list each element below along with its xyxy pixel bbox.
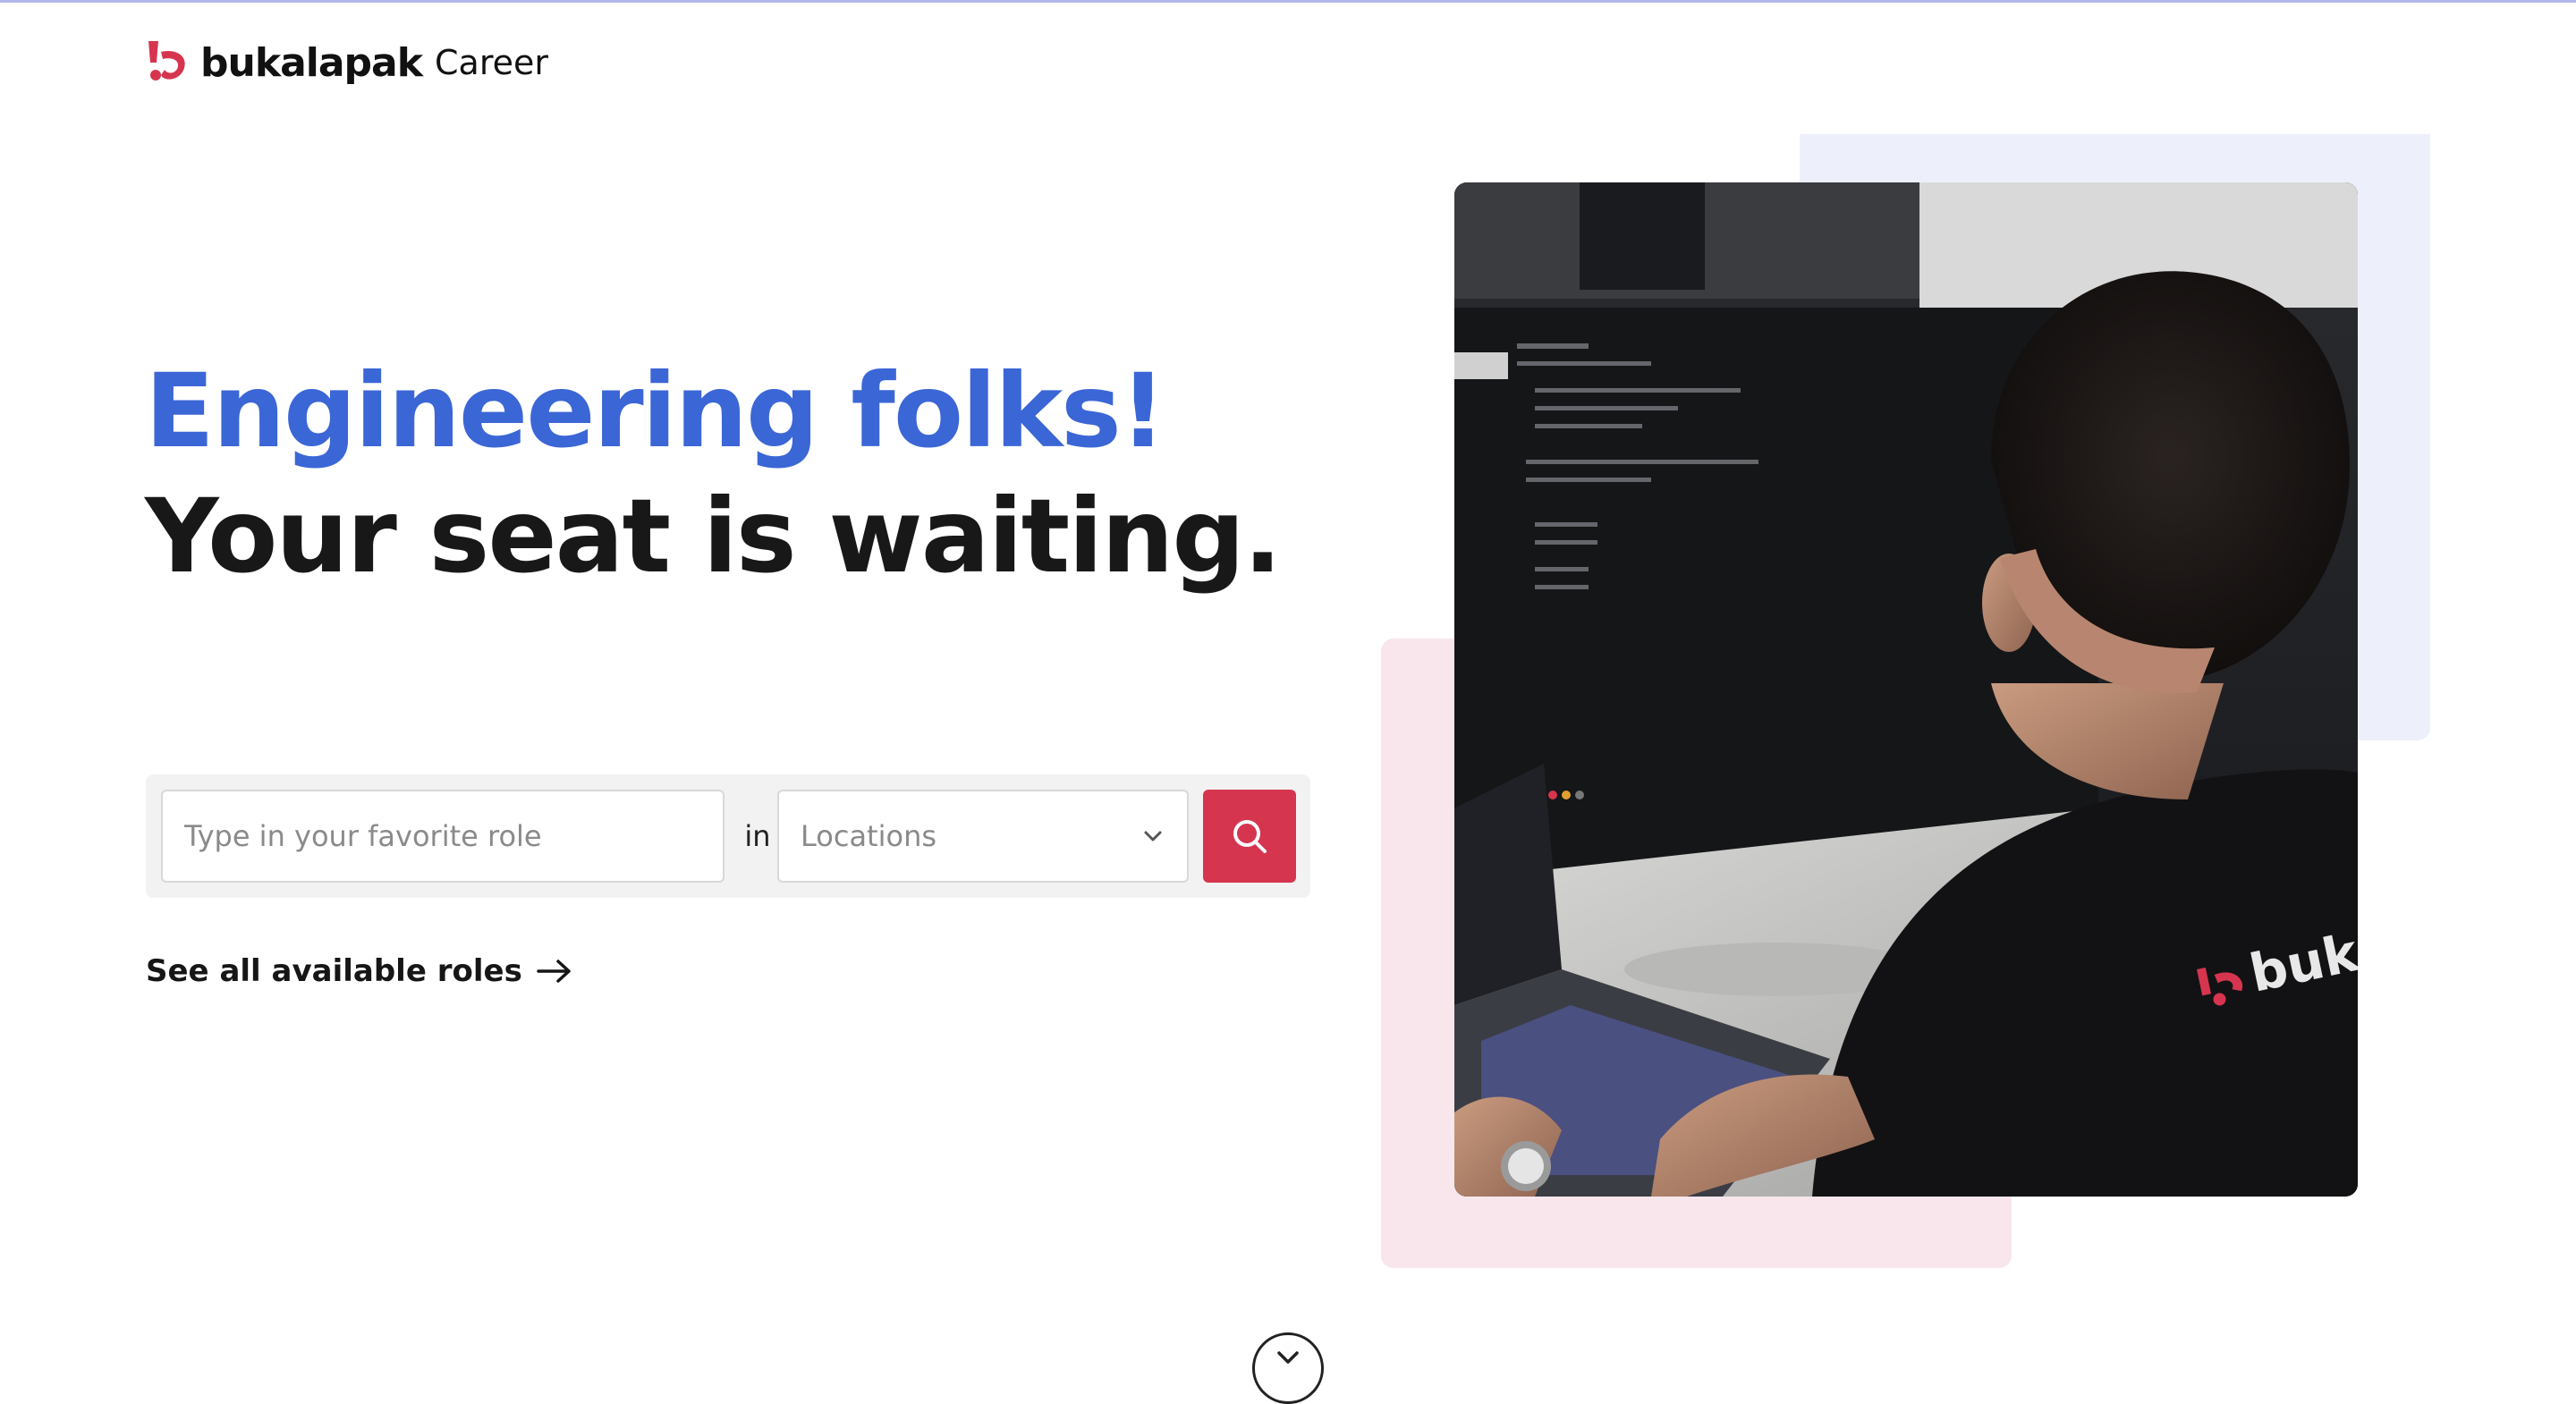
search-icon — [1233, 820, 1267, 853]
location-dropdown[interactable]: Locations — [777, 790, 1189, 883]
scroll-down-button[interactable] — [1252, 1332, 1324, 1404]
chevron-down-circle-icon — [1277, 1351, 1299, 1364]
arrow-right-icon — [537, 960, 571, 983]
brand-name: bukalapak — [200, 39, 423, 86]
chevron-down-icon — [1144, 831, 1162, 842]
top-border — [0, 0, 2576, 3]
site-logo[interactable]: bukalapak Career — [145, 36, 548, 89]
see-all-roles-link[interactable]: See all available roles — [146, 953, 574, 989]
bukalapak-logo-icon — [148, 41, 185, 80]
headline-main: Your seat is waiting. — [145, 477, 1282, 596]
search-connector-label: in — [744, 819, 771, 853]
brand-section: Career — [435, 43, 548, 82]
job-search-bar: in Locations — [146, 774, 1310, 898]
headline-accent: Engineering folks! — [145, 351, 1166, 470]
engineer-working-at-computer-photo: buk — [1454, 182, 2358, 1197]
location-dropdown-value: Locations — [801, 819, 937, 853]
see-all-roles-label: See all available roles — [146, 953, 522, 989]
role-search-input[interactable] — [161, 790, 724, 883]
search-button[interactable] — [1203, 790, 1296, 883]
